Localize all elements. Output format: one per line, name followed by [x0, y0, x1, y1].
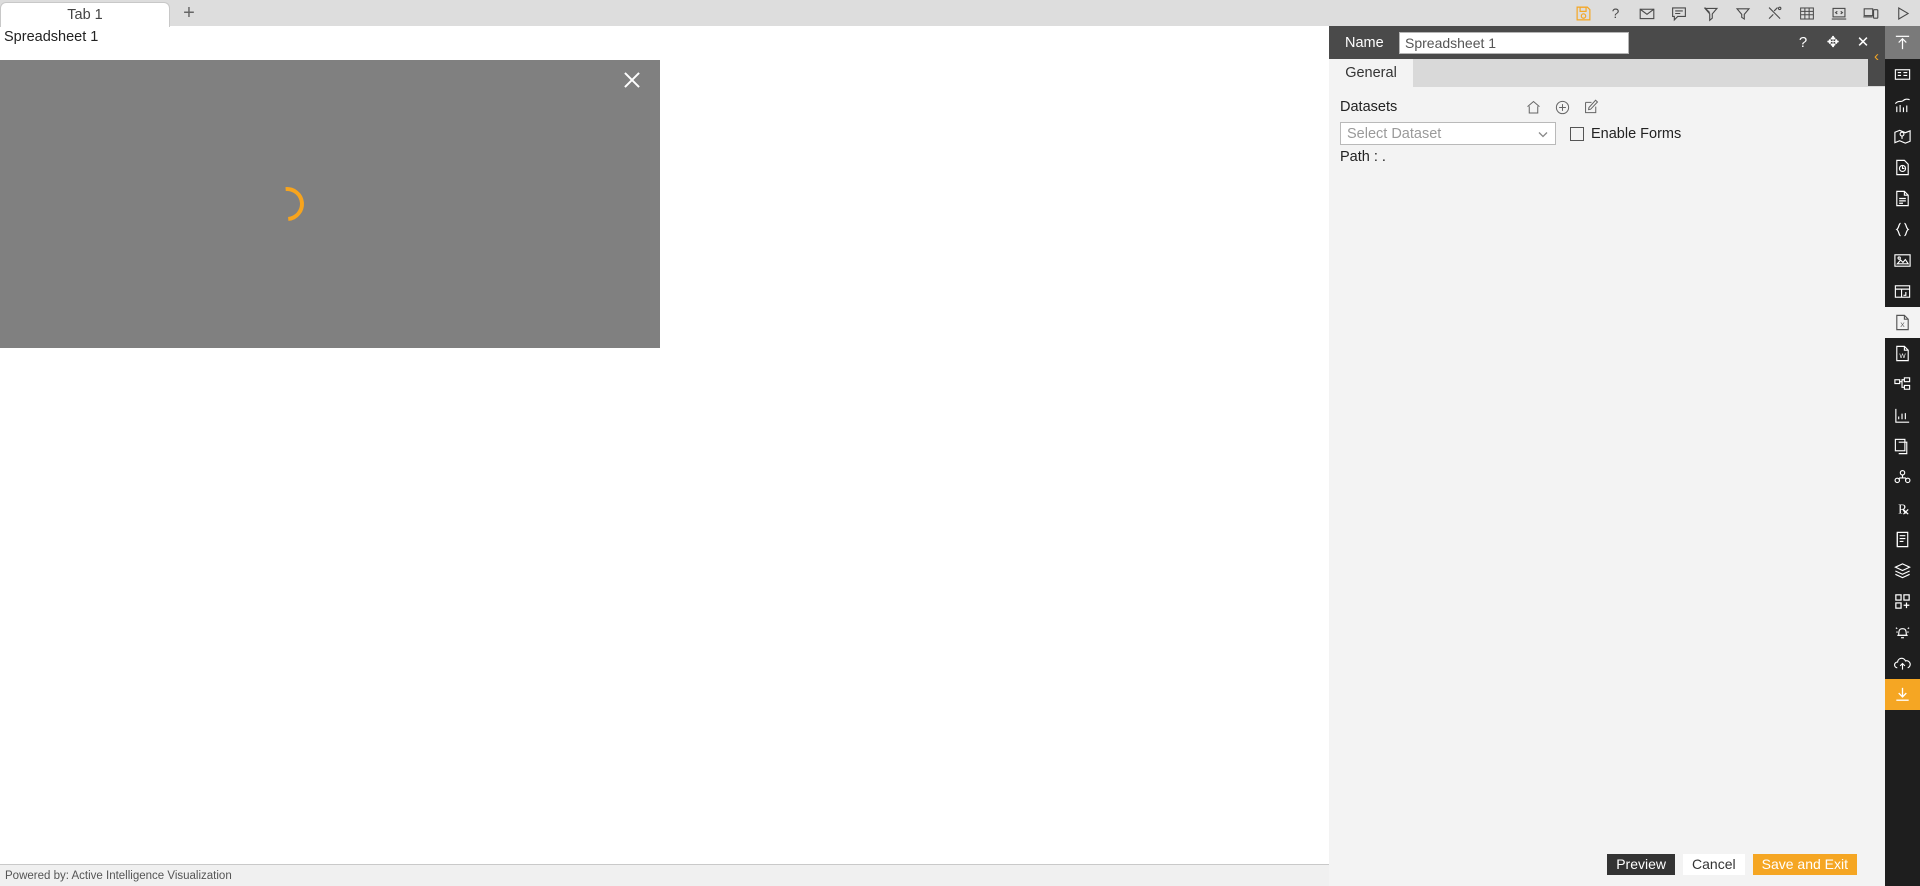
sidebar-panel-icon[interactable] — [1885, 276, 1920, 307]
new-tab-label: + — [183, 2, 195, 24]
svg-text:W: W — [1899, 353, 1906, 360]
play-icon[interactable] — [1892, 2, 1914, 24]
loading-overlay — [0, 60, 660, 348]
new-tab-button[interactable]: + — [170, 0, 208, 26]
help-icon[interactable]: ? — [1604, 2, 1626, 24]
tab-label: Tab 1 — [67, 7, 103, 23]
panel-footer: Preview Cancel Save and Exit — [1329, 842, 1885, 886]
top-bar: Tab 1 + ? — [0, 0, 1920, 27]
mail-icon[interactable] — [1636, 2, 1658, 24]
add-circle-icon[interactable] — [1554, 99, 1571, 116]
tab-strip: Tab 1 + — [0, 0, 208, 27]
panel-help-icon[interactable]: ? — [1795, 34, 1811, 52]
tab-general[interactable]: General — [1329, 59, 1413, 87]
tab-tab-1[interactable]: Tab 1 — [0, 2, 170, 27]
devices-icon[interactable] — [1860, 2, 1882, 24]
code-icon[interactable] — [1828, 2, 1850, 24]
comment-icon[interactable] — [1668, 2, 1690, 24]
sidebar-prescription-icon[interactable]: R — [1885, 493, 1920, 524]
tab-general-label: General — [1345, 65, 1397, 81]
top-toolbar: ? — [1572, 0, 1914, 26]
sidebar-add-widget-icon[interactable] — [1885, 586, 1920, 617]
sidebar-download-icon[interactable] — [1885, 679, 1920, 710]
panel-body: Datasets Select Dataset Enable Forms Pat… — [1329, 87, 1885, 842]
sidebar-document-icon[interactable] — [1885, 183, 1920, 214]
properties-panel: Name ? ✥ ✕ General Datasets — [1329, 26, 1885, 886]
enable-forms-box[interactable] — [1570, 126, 1584, 141]
sidebar-word-icon[interactable]: W — [1885, 338, 1920, 369]
sidebar-image-icon[interactable] — [1885, 245, 1920, 276]
svg-text:X: X — [1900, 322, 1905, 329]
sheet-title: Spreadsheet 1 — [4, 29, 99, 45]
sidebar-bar-chart-icon[interactable] — [1885, 400, 1920, 431]
sidebar-collapse-up-icon[interactable] — [1885, 26, 1920, 59]
dataset-select-value: Select Dataset — [1347, 125, 1442, 142]
sidebar-tree-icon[interactable] — [1885, 369, 1920, 400]
chevron-down-icon — [1537, 128, 1549, 140]
name-label: Name — [1345, 34, 1384, 51]
enable-forms-label: Enable Forms — [1591, 125, 1682, 142]
panel-header: Name ? ✥ ✕ — [1329, 26, 1885, 59]
clear-filter-icon[interactable] — [1700, 2, 1722, 24]
path-label: Path : . — [1340, 149, 1386, 165]
dataset-icons — [1525, 99, 1600, 116]
svg-text:?: ? — [1611, 5, 1619, 20]
sidebar-group-icon[interactable] — [1885, 462, 1920, 493]
dataset-select-row: Select Dataset Enable Forms — [1340, 122, 1874, 145]
sidebar-layers-icon[interactable] — [1885, 555, 1920, 586]
sidebar-excel-icon[interactable]: X — [1885, 307, 1920, 338]
home-icon[interactable] — [1525, 99, 1542, 116]
datasets-row: Datasets — [1340, 97, 1874, 117]
loading-close-button[interactable] — [620, 68, 644, 92]
name-input[interactable] — [1399, 31, 1629, 54]
table-icon[interactable] — [1796, 2, 1818, 24]
save-icon[interactable] — [1572, 2, 1594, 24]
panel-header-actions: ? ✥ ✕ — [1795, 34, 1877, 52]
sidebar-chart-icon[interactable] — [1885, 90, 1920, 121]
sidebar-map-icon[interactable] — [1885, 121, 1920, 152]
datasets-label: Datasets — [1340, 99, 1398, 115]
sidebar-form-icon[interactable] — [1885, 59, 1920, 90]
filter-icon[interactable] — [1732, 2, 1754, 24]
cancel-button[interactable]: Cancel — [1683, 853, 1745, 875]
panel-move-icon[interactable]: ✥ — [1825, 34, 1841, 52]
sidebar-cloud-upload-icon[interactable] — [1885, 648, 1920, 679]
sidebar-gauge-icon[interactable] — [1885, 152, 1920, 183]
enable-forms-checkbox[interactable]: Enable Forms — [1570, 126, 1681, 142]
right-sidebar: X W R — [1885, 26, 1920, 886]
save-and-exit-button[interactable]: Save and Exit — [1752, 853, 1857, 875]
panel-collapse-button[interactable]: ‹ — [1868, 26, 1885, 86]
sidebar-copy-icon[interactable] — [1885, 431, 1920, 462]
sidebar-alert-icon[interactable] — [1885, 617, 1920, 648]
sidebar-json-icon[interactable] — [1885, 214, 1920, 245]
panel-tabs: General — [1329, 59, 1885, 87]
loading-spinner — [263, 180, 311, 228]
tools-icon[interactable] — [1764, 2, 1786, 24]
dataset-select[interactable]: Select Dataset — [1340, 122, 1556, 145]
sidebar-report-icon[interactable] — [1885, 524, 1920, 555]
powered-by-label: Powered by: Active Intelligence Visualiz… — [5, 869, 232, 882]
preview-button[interactable]: Preview — [1607, 853, 1676, 875]
svg-text:R: R — [1898, 501, 1907, 516]
edit-icon[interactable] — [1583, 99, 1600, 116]
